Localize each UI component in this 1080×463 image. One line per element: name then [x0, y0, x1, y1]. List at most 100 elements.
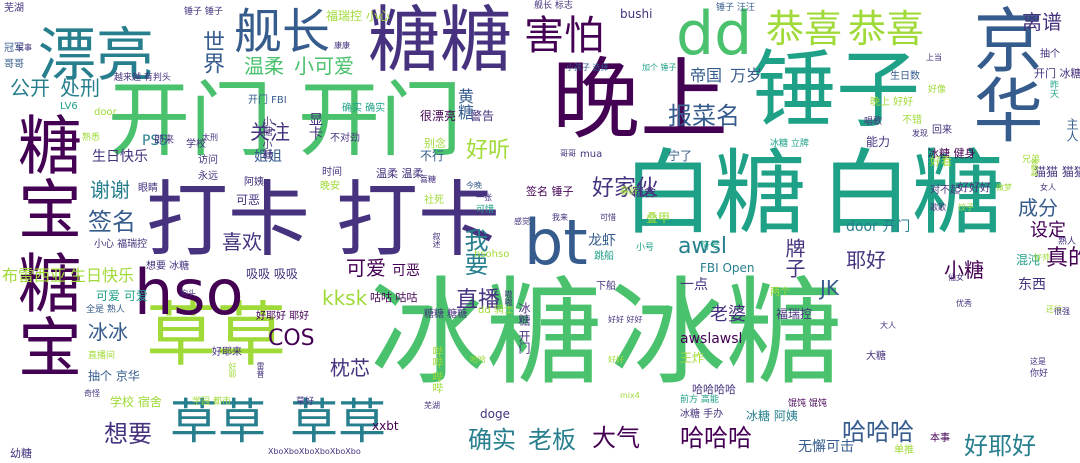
- word-jianzhang-biaozhi: 加个 锤子: [642, 63, 677, 72]
- word-buduijin: 显卡: [307, 112, 323, 140]
- word-hahaha-2: 哈哈哈: [680, 424, 752, 452]
- word-xushu: 嘉嘉: [1030, 160, 1039, 176]
- word-keai-keai: 全是 熟人: [86, 305, 125, 315]
- word-xiaotang-xiaotang: 黄糖: [455, 88, 474, 120]
- word-shengrishu: 好像: [928, 85, 947, 95]
- word-datang: 好耶来: [212, 347, 242, 358]
- word-gugu: 可恶: [392, 263, 420, 279]
- word-kexi: 社死: [424, 195, 444, 206]
- word-wolai: 感觉: [514, 217, 530, 226]
- word-haohao-haohao: 这是: [1030, 357, 1046, 366]
- word-fuduikong-xiaoxin: 锤子 锤子: [184, 7, 223, 17]
- word-ningle: 康康: [334, 41, 350, 50]
- word-quanshi-shuren: 直播间: [88, 351, 116, 361]
- word-cloud: 冰糖 冰糖 白糖 白糖 打卡 打卡 开门 开门 晚上 锤子 糖糖 糖宝 糖宝 漂…: [0, 0, 1080, 463]
- word-xiannv: 好好: [608, 355, 624, 364]
- word-nvren: 不错: [902, 115, 922, 126]
- word-xiaohao: 符号: [700, 241, 720, 252]
- word-fbi-open: hsohso: [474, 249, 510, 260]
- word-kewu: 两个: [770, 287, 790, 298]
- word-keai: 可爱: [346, 256, 386, 280]
- word-yanjing: 学校: [186, 139, 206, 150]
- word-sushe: 签名 锤子: [526, 185, 574, 198]
- word-cos: kksk: [322, 286, 368, 310]
- word-lv6: 哥哥: [4, 59, 24, 70]
- word-awslawsl: 王炸: [680, 351, 705, 365]
- word-wangzha: dd 骑士: [478, 305, 514, 316]
- word-queshi-queshi: 开门 FBI: [248, 95, 287, 106]
- word-baozao: 可惜: [476, 205, 495, 215]
- word-xihuan: 喜欢: [222, 230, 262, 254]
- word-chuizi: 锤子: [752, 41, 921, 139]
- word-guanjun: 芜湖: [4, 3, 24, 14]
- word-hundun: FBI Open: [700, 261, 755, 275]
- word-xiexie: 谢谢: [90, 178, 130, 202]
- word-wenrou: 温柔: [244, 54, 284, 78]
- word-jianzhang: 舰长: [234, 4, 331, 60]
- word-xiaohaizi: 越来越 有判头: [114, 73, 171, 83]
- word-wuxie: 单推: [894, 445, 914, 456]
- word-gege-3: 没事: [16, 43, 32, 52]
- word-bucuo: 发现: [912, 129, 928, 138]
- word-mix4: 哈哈哈哈: [692, 383, 736, 396]
- word-daren: 哔哔 哔哔: [431, 346, 444, 394]
- word-zhenxin: COS: [268, 326, 315, 351]
- word-daqi: 老板: [528, 426, 576, 454]
- word-bingtang-jianshen: 宁了: [668, 149, 693, 163]
- word-nengli: mua: [580, 149, 603, 160]
- word-bingtang-shouban: 前方 高能: [680, 395, 719, 405]
- word-haoxiang: 晚上 好好: [870, 97, 914, 108]
- word-maomao: 冰糖 立牌: [770, 139, 809, 149]
- word-xiangyao: 枕芯: [330, 356, 370, 380]
- word-xxbt: 无懈可击: [798, 439, 854, 455]
- word-kewu-2: 熟人: [1058, 237, 1077, 247]
- word-gongxi-2: 恭喜: [848, 7, 925, 51]
- word-shangdang: 抽个: [1040, 49, 1060, 60]
- word-yuelaiyue: 上当: [926, 53, 942, 62]
- word-haoyelai: XboXboXboXboXboXbo: [268, 447, 361, 456]
- word-leipu: 好耶: [228, 362, 237, 378]
- word-wuhu-2: 狗头: [180, 289, 196, 298]
- word-xixi-2: 哈哈: [470, 355, 486, 364]
- word-chuizi-wangwang: 舰长 标志: [534, 1, 573, 11]
- word-qianfang: mix4: [620, 391, 640, 400]
- word-queshi: 想要: [104, 420, 152, 448]
- word-zheshi: 小糖 小糖: [260, 116, 271, 160]
- word-bingtang-ayi: 冰糖 手办: [680, 409, 724, 420]
- word-yehao: 耶好: [846, 248, 886, 272]
- word-faxian: 唱歌: [864, 117, 883, 127]
- word-xueyuan: 学校 宿舍: [110, 395, 162, 409]
- word-haojiahuo: 好耶好: [964, 432, 1036, 460]
- word-gongkai: 公开: [10, 76, 50, 100]
- word-bingtang-kaimen: 大糖: [866, 351, 886, 362]
- word-dantui: 本事: [930, 433, 950, 444]
- word-jk: 真的: [1046, 246, 1080, 271]
- word-kangkang: 福瑞控 小心: [326, 9, 390, 23]
- word-haipa: 害怕: [524, 13, 604, 59]
- word-xitang: 温柔 温柔: [376, 167, 424, 180]
- word-gongxi-1: 恭喜: [766, 7, 843, 51]
- word-haoting: 好听: [466, 138, 511, 163]
- word-dd-qishi: 糖糖 糖糖: [424, 309, 468, 320]
- word-hsohso: door 开门: [846, 219, 911, 235]
- word-bingbing: 老婆: [710, 304, 746, 325]
- word-huntun: 冰糖 阿姨: [746, 409, 798, 423]
- word-diguo: 帝国: [690, 66, 723, 85]
- word-bibi: 好耶好 耶好: [256, 311, 310, 322]
- word-tiaochuan: 龙虾: [588, 233, 616, 249]
- word-zhibojian: 抽个 京华: [88, 369, 140, 383]
- word-mua: 不对劲: [330, 133, 360, 144]
- word-fuhao: 跳船: [594, 251, 614, 262]
- word-door-kaimen: 小号: [636, 243, 655, 253]
- word-kaimen-bingtang: 生日数: [890, 71, 920, 82]
- word-bushi: 锤子 汪汪: [716, 3, 755, 13]
- word-doge: xxbt: [372, 419, 399, 433]
- word-haixing: 嗷嗷: [504, 290, 513, 306]
- word-henpiaoliang: 确实 确实: [342, 103, 386, 114]
- word-yidian: 下船: [596, 281, 616, 292]
- word-qianming-chuizi: 今晚: [466, 181, 482, 190]
- word-chouge-jinghua: 小心 福瑞控: [94, 239, 148, 250]
- word-chouge: 开门 冰糖: [1034, 67, 1080, 80]
- word-duibuqi: 歌歌: [930, 203, 946, 212]
- word-wanan: 时间: [322, 167, 342, 178]
